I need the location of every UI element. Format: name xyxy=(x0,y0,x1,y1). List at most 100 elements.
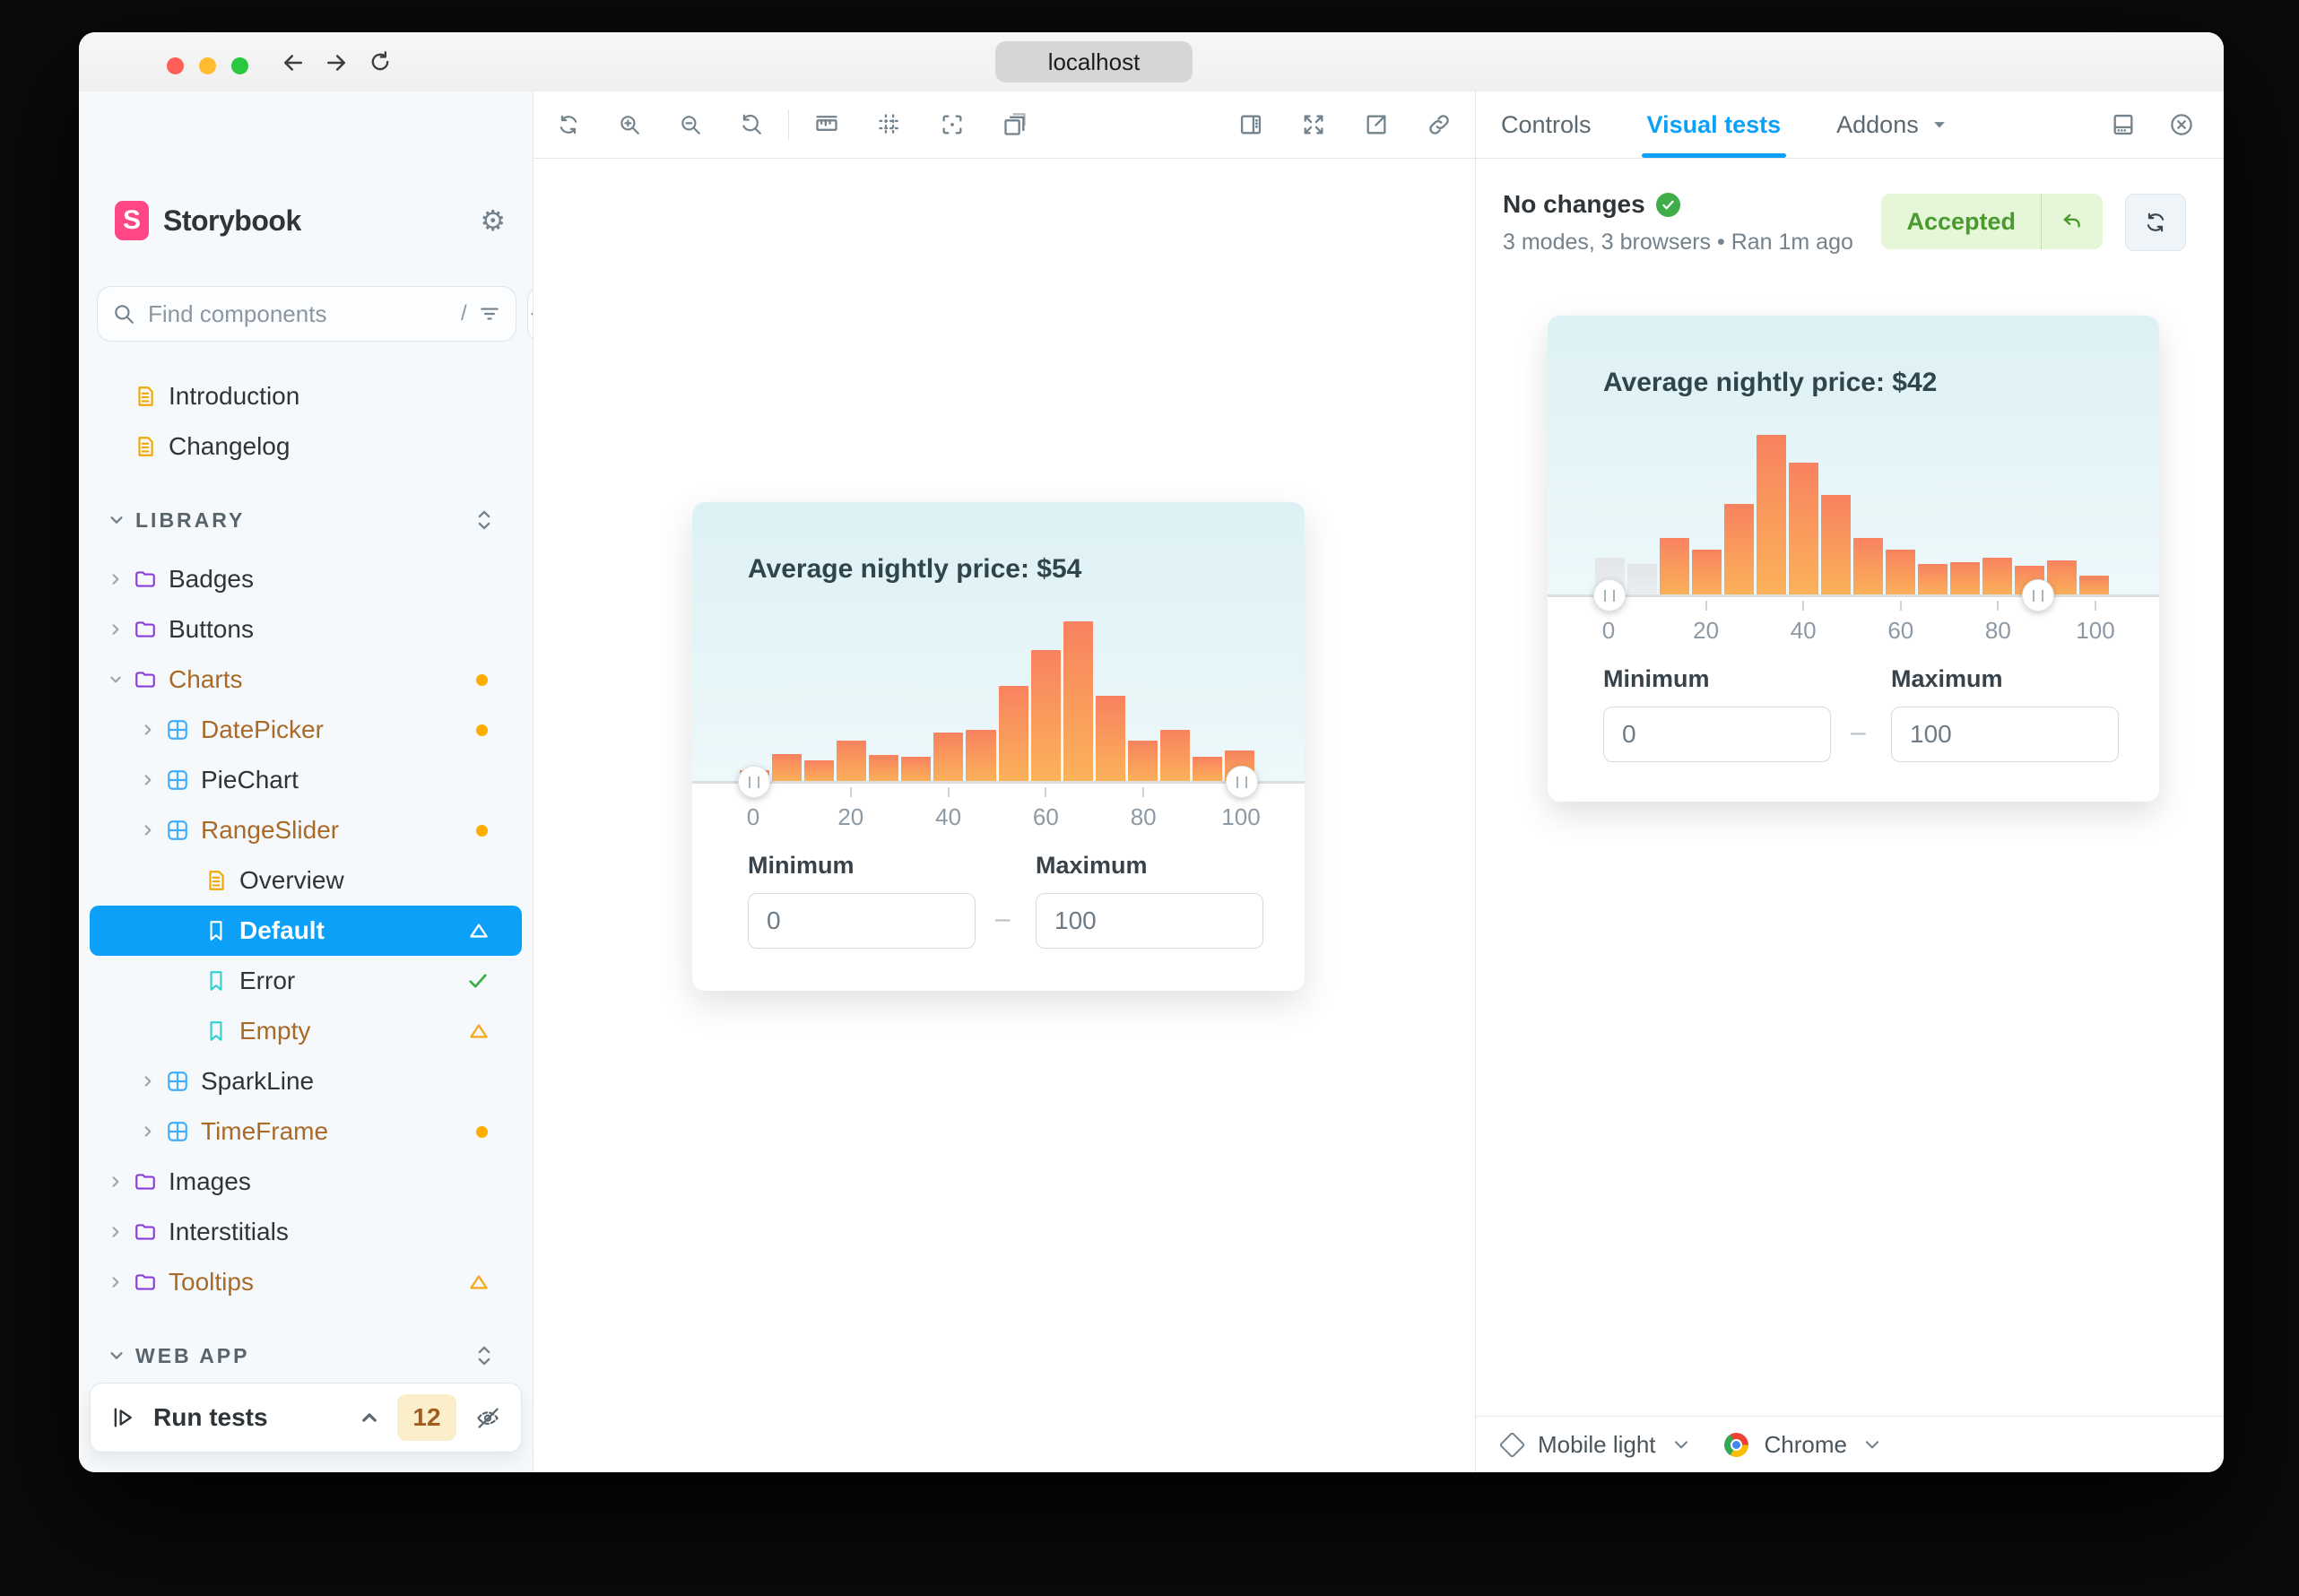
browser-window: localhost S Storybook ⚙ / xyxy=(79,32,2224,1472)
sidebar-item-timeframe[interactable]: TimeFrame xyxy=(79,1106,533,1157)
browser-selector[interactable]: Chrome xyxy=(1765,1431,1847,1459)
sidebar-item-sparkline[interactable]: SparkLine xyxy=(79,1056,533,1106)
changed-triangle-icon xyxy=(470,923,488,939)
histogram-bar xyxy=(1159,729,1190,783)
sidebar-tree: Introduction Changelog LIBRARY Badges Bu… xyxy=(79,346,533,1472)
range-slider-handle-max[interactable] xyxy=(1226,766,1258,798)
minimize-window-button[interactable] xyxy=(199,57,216,74)
filter-icon[interactable] xyxy=(478,302,501,325)
maximum-input[interactable] xyxy=(1036,893,1263,949)
zoom-window-button[interactable] xyxy=(231,57,248,74)
outline-icon[interactable] xyxy=(940,112,965,137)
address-bar[interactable]: localhost xyxy=(995,41,1193,82)
histogram-plot xyxy=(738,502,1258,798)
collapse-chevron-icon[interactable] xyxy=(360,1408,379,1427)
range-separator: – xyxy=(1851,717,1866,747)
canvas-toolbar xyxy=(534,91,1475,159)
sidebar-item-default[interactable]: Default xyxy=(90,906,522,956)
sidebar-section-web-app[interactable]: WEB APP xyxy=(79,1331,533,1381)
range-slider-handle-max[interactable] xyxy=(2021,579,2054,612)
histogram-bar xyxy=(966,729,996,783)
changed-dot-icon xyxy=(476,824,488,837)
sidebar-item-interstitials[interactable]: Interstitials xyxy=(79,1207,533,1257)
changed-dot-icon xyxy=(476,673,488,686)
bookmark-icon xyxy=(204,969,228,993)
histogram-bar xyxy=(837,741,867,783)
sidebar-item-images[interactable]: Images xyxy=(79,1157,533,1207)
tab-addons[interactable]: Addons xyxy=(1836,91,1946,158)
unaccept-icon[interactable] xyxy=(2041,194,2103,249)
background-icon[interactable] xyxy=(1002,112,1028,137)
range-slider-track[interactable] xyxy=(1548,594,2159,597)
zoom-out-icon[interactable] xyxy=(679,113,702,136)
sidebar-item-empty[interactable]: Empty xyxy=(79,1006,533,1056)
sidebar-section-library[interactable]: LIBRARY xyxy=(79,495,533,545)
histogram-bar xyxy=(1886,549,1915,596)
search-icon xyxy=(112,302,135,325)
chevron-down-icon xyxy=(1933,120,1946,129)
range-slider-handle-min[interactable] xyxy=(738,766,770,798)
minimum-input[interactable] xyxy=(1603,707,1831,762)
histogram-bar xyxy=(1789,462,1818,596)
axis-tick-label: 100 xyxy=(1221,803,1261,830)
sidebar-item-badges[interactable]: Badges xyxy=(79,554,533,604)
sidebar-item-error[interactable]: Error xyxy=(79,956,533,1006)
create-story-button[interactable] xyxy=(526,286,533,342)
search-box[interactable]: / xyxy=(97,286,516,342)
zoom-in-icon[interactable] xyxy=(618,113,641,136)
panel-position-icon[interactable] xyxy=(2111,112,2136,137)
expand-collapse-icon[interactable] xyxy=(475,508,493,532)
visual-tests-status: No changes 3 modes, 3 browsers • Ran 1m … xyxy=(1503,190,2197,289)
maximum-input[interactable] xyxy=(1891,707,2119,762)
tab-controls[interactable]: Controls xyxy=(1501,91,1592,158)
watch-mode-icon[interactable] xyxy=(474,1404,501,1431)
range-separator: – xyxy=(995,904,1011,933)
accepted-button[interactable]: Accepted xyxy=(1881,194,2041,249)
mode-selector[interactable]: Mobile light xyxy=(1538,1431,1656,1459)
run-tests-bar: Run tests 12 xyxy=(90,1383,522,1453)
copy-link-icon[interactable] xyxy=(1427,112,1452,137)
histogram-bar xyxy=(1030,650,1061,783)
chevron-right-icon xyxy=(142,774,154,786)
rerun-tests-button[interactable] xyxy=(2125,194,2186,251)
sidebar-item-charts[interactable]: Charts xyxy=(79,655,533,705)
run-tests-button[interactable]: Run tests xyxy=(153,1403,268,1432)
chevron-right-icon xyxy=(142,724,154,736)
chevron-down-icon xyxy=(109,673,122,686)
expand-collapse-icon[interactable] xyxy=(475,1344,493,1367)
sidebar-item-rangeslider[interactable]: RangeSlider xyxy=(79,805,533,855)
zoom-reset-icon[interactable] xyxy=(740,113,763,136)
range-slider-handle-min[interactable] xyxy=(1593,579,1626,612)
close-window-button[interactable] xyxy=(167,57,184,74)
open-new-tab-icon[interactable] xyxy=(1364,112,1389,137)
forward-icon[interactable] xyxy=(323,49,350,76)
histogram-panel: Average nightly price: $42 xyxy=(1548,316,2159,612)
measure-icon[interactable] xyxy=(814,112,839,137)
sidebar-item-piechart[interactable]: PieChart xyxy=(79,755,533,805)
search-input[interactable] xyxy=(146,299,450,329)
run-tests-play-icon[interactable] xyxy=(110,1405,135,1430)
histogram-bar xyxy=(1724,504,1754,596)
sidebar-item-overview[interactable]: Overview xyxy=(79,855,533,906)
back-icon[interactable] xyxy=(280,49,307,76)
sidebar-item-datepicker[interactable]: DatePicker xyxy=(79,705,533,755)
sidebar-item-tooltips[interactable]: Tooltips xyxy=(79,1257,533,1307)
fullscreen-icon[interactable] xyxy=(1301,112,1326,137)
close-panel-icon[interactable] xyxy=(2168,111,2195,138)
reload-icon[interactable] xyxy=(368,49,395,76)
sidebar-item-changelog[interactable]: Changelog xyxy=(79,421,533,472)
remount-icon[interactable] xyxy=(557,113,580,136)
success-check-icon xyxy=(1655,192,1680,217)
grid-icon[interactable] xyxy=(877,112,902,137)
tab-visual-tests[interactable]: Visual tests xyxy=(1641,91,1786,158)
sidebar-item-buttons[interactable]: Buttons xyxy=(79,604,533,655)
panel-toggle-icon[interactable] xyxy=(1238,112,1263,137)
chevron-down-icon xyxy=(1674,1439,1688,1450)
minimum-input[interactable] xyxy=(748,893,976,949)
histogram-bar xyxy=(1982,557,2012,596)
sidebar: S Storybook ⚙ / xyxy=(79,91,534,1472)
gear-icon[interactable]: ⚙ xyxy=(480,206,506,235)
sidebar-item-introduction[interactable]: Introduction xyxy=(79,371,533,421)
range-slider-track[interactable] xyxy=(692,781,1305,784)
histogram-bar xyxy=(2079,575,2109,596)
